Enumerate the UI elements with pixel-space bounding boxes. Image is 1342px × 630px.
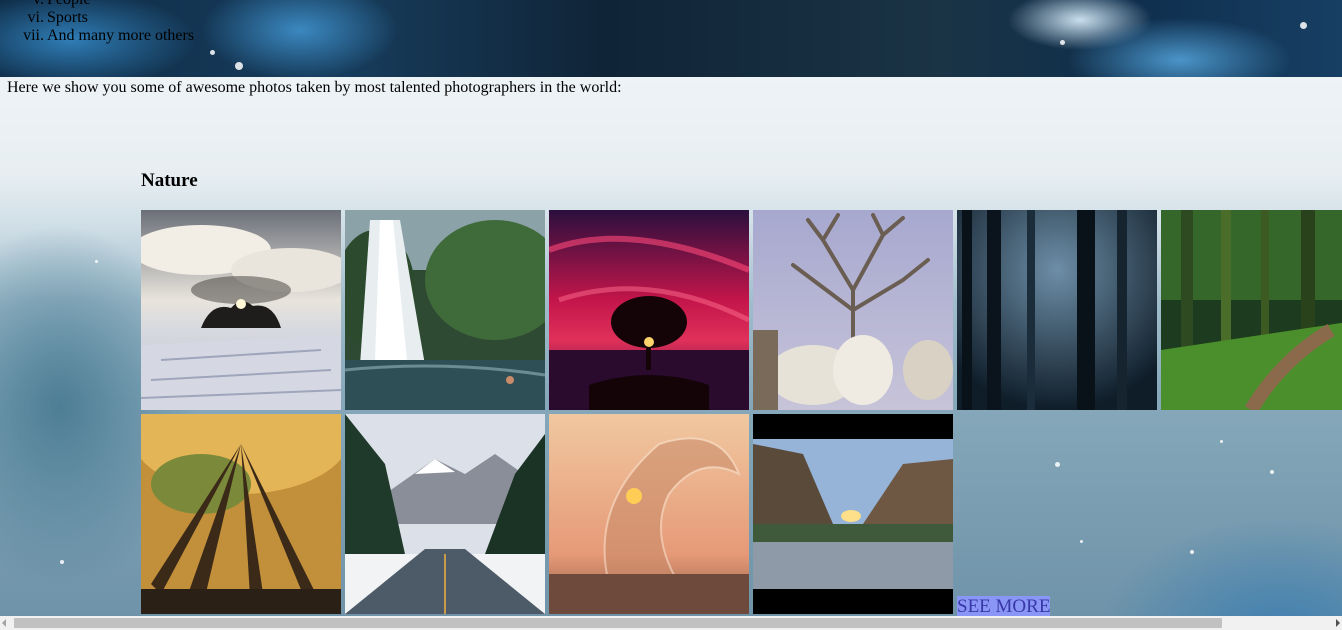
list-item: vi. Sports — [27, 9, 88, 26]
scroll-left-icon[interactable] — [2, 619, 6, 627]
list-item: v.People — [33, 0, 194, 9]
photo-mossy-forest[interactable] — [1161, 210, 1342, 410]
header-background — [0, 0, 1342, 77]
photo-cattle-tree[interactable] — [753, 210, 953, 410]
photo-red-sky-tree[interactable] — [549, 210, 749, 410]
photo-snowy-tree-island[interactable] — [141, 210, 341, 410]
intro-text: Here we show you some of awesome photos … — [7, 79, 622, 96]
photo-types-list: v.People vi.Sports vii.And many more oth… — [0, 0, 194, 45]
see-more-button[interactable]: SEE MORE — [957, 596, 1051, 617]
scroll-right-icon[interactable] — [1336, 619, 1340, 627]
photo-autumn-trees[interactable] — [141, 414, 341, 614]
photo-canyon-river[interactable] — [753, 414, 953, 614]
scrollbar-thumb[interactable] — [14, 618, 1222, 628]
photo-waterfall[interactable] — [345, 210, 545, 410]
photo-water-splash[interactable] — [549, 414, 749, 614]
section-title: Nature — [141, 170, 198, 191]
photo-dark-forest[interactable] — [957, 210, 1157, 410]
list-item: vii. And many more others — [23, 27, 195, 44]
horizontal-scrollbar[interactable] — [0, 616, 1342, 630]
photo-snowy-mountain-road[interactable] — [345, 414, 545, 614]
